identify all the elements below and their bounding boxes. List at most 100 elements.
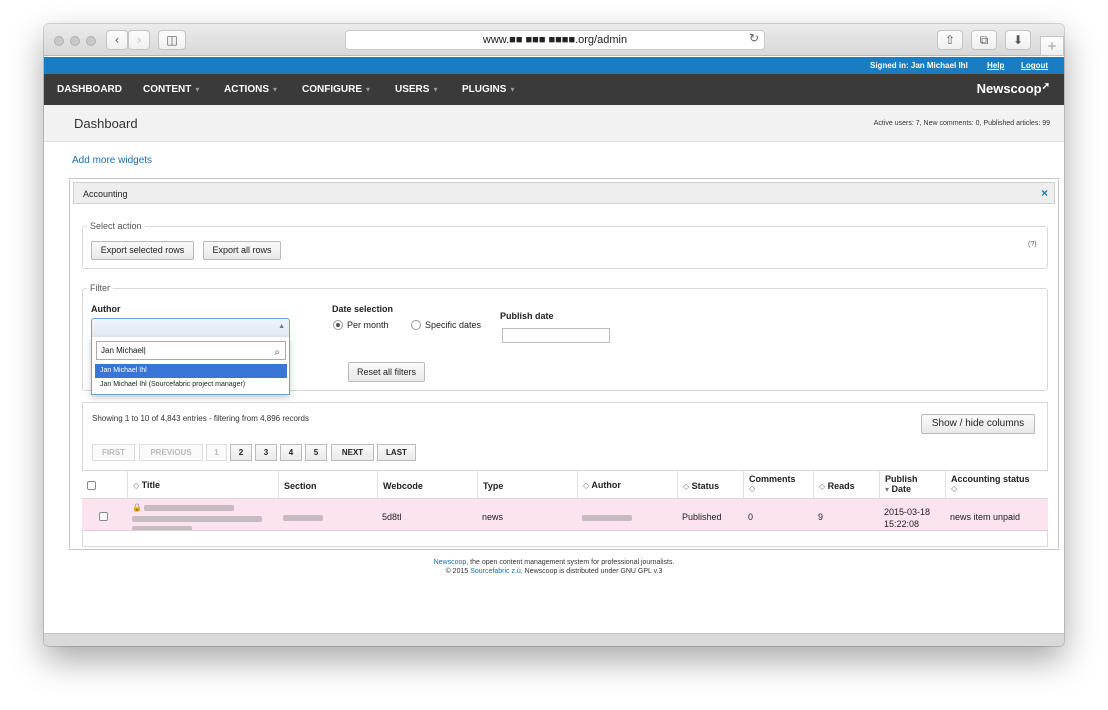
sourcefabric-link[interactable]: Sourcefabric z.ú.: [470, 568, 523, 575]
page-header: Dashboard Active users: 7, New comments:…: [44, 105, 1064, 142]
redacted-text: [132, 525, 192, 530]
column-accounting-status[interactable]: Accounting status ◇: [945, 471, 1048, 500]
footer-text: Newscoop is distributed under GNU GPL v.…: [522, 568, 663, 575]
back-button[interactable]: ‹: [106, 30, 128, 50]
column-label: Date: [891, 484, 912, 494]
column-section[interactable]: Section: [278, 471, 377, 500]
author-select[interactable]: ▲: [91, 318, 290, 338]
column-author[interactable]: ◇ Author: [577, 471, 677, 500]
show-hide-columns-button[interactable]: Show / hide columns: [921, 414, 1035, 434]
column-title[interactable]: ◇ Title: [127, 471, 278, 500]
table-row[interactable]: 🔒 5d8tl news Published 0 9 2015-03-18 15…: [82, 499, 1048, 531]
author-option[interactable]: Jan Michael Ihl: [95, 364, 287, 378]
copyright-text: © 2015: [445, 568, 471, 575]
minimize-window-button[interactable]: [70, 36, 80, 46]
download-icon: ⬇: [1012, 33, 1024, 47]
pager-page[interactable]: 1: [206, 444, 227, 461]
menu-users[interactable]: USERS ▾: [395, 84, 437, 95]
sort-icon: ◇: [583, 481, 590, 490]
menu-content[interactable]: CONTENT ▾: [143, 84, 199, 95]
address-bar[interactable]: www.■■ ■■■ ■■■■.org/admin: [345, 30, 765, 50]
author-label: Author: [91, 304, 121, 314]
pager-page[interactable]: 4: [280, 444, 302, 461]
row-type: news: [482, 512, 504, 522]
publish-date-input[interactable]: [502, 328, 610, 343]
pager-previous[interactable]: PREVIOUS: [139, 444, 203, 461]
close-window-button[interactable]: [54, 36, 64, 46]
menu-plugins[interactable]: PLUGINS ▾: [462, 84, 514, 95]
share-icon: ⇧: [944, 33, 956, 47]
menu-label: PLUGINS: [462, 84, 507, 95]
select-action-legend: Select action: [90, 221, 142, 231]
site-stats: Active users: 7, New comments: 0, Publis…: [873, 120, 1050, 127]
footer-line-2: © 2015 Sourcefabric z.ú. Newscoop is dis…: [44, 568, 1064, 575]
author-search-input[interactable]: Jan Michael| ⌕: [96, 341, 286, 360]
reload-icon[interactable]: ↻: [749, 31, 759, 45]
author-search-value: Jan Michael: [101, 346, 144, 355]
chevron-left-icon: ‹: [114, 33, 120, 47]
publish-time: 15:22:08: [884, 519, 920, 529]
menu-label: ACTIONS: [224, 84, 269, 95]
close-icon[interactable]: ×: [1041, 186, 1048, 200]
menu-configure[interactable]: CONFIGURE ▾: [302, 84, 370, 95]
author-option[interactable]: Jan Michael Ihl (Sourcefabric project ma…: [95, 378, 287, 392]
row-checkbox-cell: [94, 499, 124, 530]
column-status[interactable]: ◇ Status: [677, 471, 743, 500]
footer-text: , the open content management system for…: [466, 559, 675, 566]
pager-next[interactable]: NEXT: [331, 444, 374, 461]
per-month-radio[interactable]: [333, 320, 343, 330]
export-all-button[interactable]: Export all rows: [203, 241, 281, 260]
browser-toolbar: ‹ › ◫ www.■■ ■■■ ■■■■.org/admin ↻ ⇧ ⧉ ⬇ …: [44, 24, 1064, 56]
row-publish-date: 2015-03-18 15:22:08: [879, 499, 945, 530]
column-type[interactable]: Type: [477, 471, 577, 500]
footer-line-1: Newscoop, the open content management sy…: [44, 559, 1064, 566]
logout-link[interactable]: Logout: [1021, 61, 1048, 70]
menu-label: CONTENT: [143, 84, 192, 95]
widget-title: Accounting: [83, 189, 128, 199]
lock-icon: 🔒: [132, 503, 142, 512]
column-label: Title: [141, 480, 161, 490]
row-accounting-status: news item unpaid: [950, 512, 1021, 522]
download-button[interactable]: ⬇: [1005, 30, 1031, 50]
sidebar-button[interactable]: ◫: [158, 30, 186, 50]
forward-button[interactable]: ›: [128, 30, 150, 50]
row-title[interactable]: 🔒: [127, 499, 278, 530]
export-selected-button[interactable]: Export selected rows: [91, 241, 194, 260]
signin-bar: Signed in: Jan Michael Ihl Help Logout: [44, 57, 1064, 74]
reset-filters-button[interactable]: Reset all filters: [348, 362, 425, 382]
row-comments: 0: [748, 512, 754, 522]
column-publish-date[interactable]: Publish ▾ Date: [879, 471, 945, 500]
tabs-button[interactable]: ⧉: [971, 30, 997, 50]
column-webcode[interactable]: Webcode: [377, 471, 477, 500]
new-tab-button[interactable]: +: [1040, 36, 1064, 56]
pager-page[interactable]: 3: [255, 444, 277, 461]
add-widgets-link[interactable]: Add more widgets: [72, 155, 152, 166]
row-reads: 9: [818, 512, 824, 522]
row-checkbox[interactable]: [99, 512, 108, 521]
column-comments[interactable]: Comments ◇: [743, 471, 813, 500]
select-all-checkbox[interactable]: [87, 481, 96, 490]
search-icon: ⌕: [274, 347, 280, 358]
column-reads[interactable]: ◇ Reads: [813, 471, 879, 500]
row-author: [577, 499, 677, 530]
share-button[interactable]: ⇧: [937, 30, 963, 50]
pager-last[interactable]: LAST: [377, 444, 416, 461]
menu-actions[interactable]: ACTIONS ▾: [224, 84, 277, 95]
per-month-label: Per month: [347, 320, 389, 330]
tabs-icon: ⧉: [979, 33, 989, 47]
chevron-right-icon: ›: [136, 33, 142, 47]
pager-page[interactable]: 5: [305, 444, 327, 461]
row-status: Published: [682, 512, 722, 522]
zoom-window-button[interactable]: [86, 36, 96, 46]
pager-page[interactable]: 2: [230, 444, 252, 461]
newscoop-link[interactable]: Newscoop: [434, 559, 467, 566]
redacted-text: [132, 515, 262, 522]
column-label: Type: [483, 481, 504, 491]
select-all-cell: [82, 471, 127, 500]
help-link[interactable]: Help: [987, 61, 1004, 70]
pager-first[interactable]: FIRST: [92, 444, 135, 461]
menu-dashboard[interactable]: DASHBOARD: [57, 84, 122, 95]
specific-dates-radio[interactable]: [411, 320, 421, 330]
chevron-up-icon: ▲: [278, 323, 285, 330]
help-hint[interactable]: (?): [1028, 241, 1037, 248]
